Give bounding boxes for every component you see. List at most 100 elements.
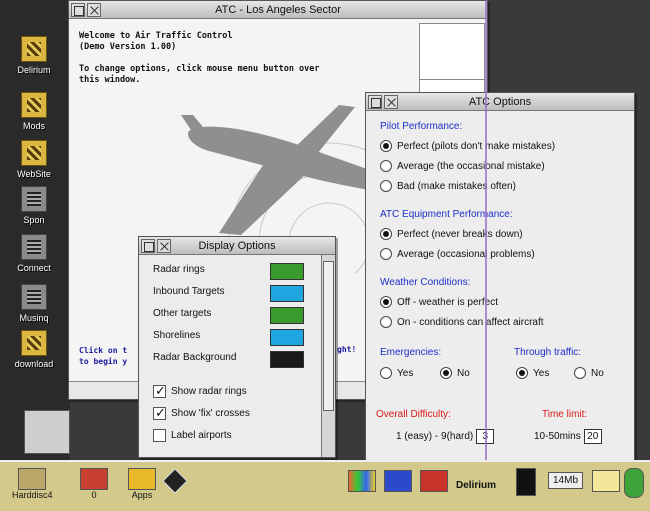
checkbox-checked-icon[interactable] — [153, 383, 166, 399]
emergencies-yes-radio[interactable]: Yes — [380, 367, 413, 379]
desktop-icon-delirium[interactable]: Delirium — [4, 36, 64, 90]
close-icon[interactable] — [87, 2, 101, 17]
checkbox-unchecked-icon[interactable] — [153, 429, 166, 442]
guitar-icon — [21, 284, 47, 310]
emergencies-no-radio[interactable]: No — [440, 367, 470, 379]
atc-options-title: ATC Options — [468, 95, 532, 108]
display-options-window[interactable]: Display Options Radar rings Inbound Targ… — [138, 236, 336, 458]
radio-unselected-icon[interactable] — [380, 180, 392, 192]
radio-unselected-icon[interactable] — [380, 160, 392, 172]
folder-icon — [21, 330, 47, 356]
pilot-perfect-radio[interactable]: Perfect (pilots don't make mistakes) — [380, 140, 555, 152]
other-targets-color-swatch[interactable] — [270, 307, 304, 324]
filer-mini-window[interactable] — [24, 410, 70, 454]
radio-selected-icon[interactable] — [516, 367, 528, 379]
delirium-icon — [21, 36, 47, 62]
memory-iconbar-item[interactable]: 14Mb — [548, 472, 584, 489]
font-iconbar-item[interactable] — [516, 468, 536, 496]
monitor-iconbar-item[interactable] — [592, 470, 620, 492]
pilot-average-label: Average (the occasional mistake) — [397, 160, 545, 172]
icon-bar: Harddisc4 0 Apps Delirium 14Mb — [0, 460, 650, 511]
diamond-iconbar-item[interactable] — [162, 468, 188, 494]
radar-background-label: Radar Background — [153, 352, 237, 363]
through-yes-label: Yes — [533, 367, 550, 379]
radio-selected-icon[interactable] — [440, 367, 452, 379]
car-icon — [21, 186, 47, 212]
radio-selected-icon[interactable] — [380, 140, 392, 152]
folder-icon — [21, 140, 47, 166]
task-iconbar-item[interactable] — [384, 470, 412, 492]
network-icon — [21, 234, 47, 260]
apps-iconbar-item[interactable]: Apps — [128, 468, 156, 500]
back-icon[interactable] — [141, 238, 155, 253]
delirium-logo-label: Delirium — [456, 480, 497, 491]
cursor-line — [485, 0, 487, 511]
harddisc-icon — [18, 468, 47, 490]
radar-background-color-swatch[interactable] — [270, 351, 304, 368]
task-icon — [384, 470, 412, 492]
weather-off-radio[interactable]: Off - weather is perfect — [380, 296, 498, 308]
scrollbar-thumb[interactable] — [323, 261, 334, 411]
radio-unselected-icon[interactable] — [380, 316, 392, 328]
frog-iconbar-item[interactable] — [624, 468, 644, 498]
show-fix-crosses-label: Show 'fix' crosses — [171, 408, 250, 419]
desktop-icon-connect[interactable]: Connect — [4, 234, 64, 288]
close-icon[interactable] — [384, 94, 398, 109]
equip-perfect-radio[interactable]: Perfect (never breaks down) — [380, 228, 523, 240]
shorelines-color-swatch[interactable] — [270, 329, 304, 346]
pilot-average-radio[interactable]: Average (the occasional mistake) — [380, 160, 545, 172]
pilot-bad-label: Bad (make mistakes often) — [397, 180, 516, 192]
harddisc-label: Harddisc4 — [12, 490, 53, 500]
radio-selected-icon[interactable] — [380, 296, 392, 308]
pilot-bad-radio[interactable]: Bad (make mistakes often) — [380, 180, 516, 192]
checkbox-checked-icon[interactable] — [153, 405, 166, 421]
desktop-icon-spon[interactable]: Spon — [4, 186, 64, 240]
delirium-text-iconbar-item[interactable]: Delirium — [456, 480, 496, 491]
weather-on-radio[interactable]: On - conditions can affect aircraft — [380, 316, 544, 328]
show-radar-rings-checkbox[interactable]: Show radar rings — [153, 383, 247, 399]
difficulty-range-label: 1 (easy) - 9(hard) — [396, 431, 474, 442]
through-no-radio[interactable]: No — [574, 367, 604, 379]
time-limit-label: Time limit: — [542, 409, 588, 420]
close-icon[interactable] — [157, 238, 171, 253]
show-fix-crosses-checkbox[interactable]: Show 'fix' crosses — [153, 405, 250, 421]
ram-disc-iconbar-item[interactable]: 0 — [80, 468, 108, 500]
radio-unselected-icon[interactable] — [574, 367, 586, 379]
back-icon[interactable] — [71, 2, 85, 17]
radio-unselected-icon[interactable] — [380, 367, 392, 379]
through-traffic-header: Through traffic: — [514, 347, 582, 358]
time-limit-input[interactable]: 20 — [583, 429, 602, 444]
desktop-icon-mods[interactable]: Mods — [4, 92, 64, 146]
palette-iconbar-item[interactable] — [348, 470, 376, 492]
atc-window-title: ATC - Los Angeles Sector — [215, 3, 341, 16]
inbound-targets-label: Inbound Targets — [153, 286, 225, 297]
equip-average-label: Average (occasional problems) — [397, 248, 535, 260]
radio-unselected-icon[interactable] — [380, 248, 392, 260]
atc-titlebar[interactable]: ATC - Los Angeles Sector — [69, 1, 487, 19]
display-options-scrollbar[interactable] — [321, 255, 335, 457]
font-icon — [516, 468, 536, 496]
ram-disc-label: 0 — [91, 490, 97, 500]
apps-icon — [128, 468, 156, 490]
atc-options-titlebar[interactable]: ATC Options — [366, 93, 634, 111]
radar-rings-label: Radar rings — [153, 264, 205, 275]
harddisc-iconbar-item[interactable]: Harddisc4 — [12, 468, 53, 500]
label-airports-label: Label airports — [171, 430, 232, 441]
shorelines-row: Shorelines — [153, 330, 200, 341]
time-limit-row: 10-50mins 20 — [534, 429, 602, 444]
radar-background-row: Radar Background — [153, 352, 236, 363]
radio-selected-icon[interactable] — [380, 228, 392, 240]
desktop-icon-download[interactable]: download — [4, 330, 64, 384]
display-options-titlebar[interactable]: Display Options — [139, 237, 335, 255]
inbound-targets-color-swatch[interactable] — [270, 285, 304, 302]
label-airports-checkbox[interactable]: Label airports — [153, 429, 232, 442]
through-yes-radio[interactable]: Yes — [516, 367, 549, 379]
equip-average-radio[interactable]: Average (occasional problems) — [380, 248, 535, 260]
atc-options-window[interactable]: ATC Options Pilot Performance: Perfect (… — [365, 92, 635, 464]
emergencies-no-label: No — [457, 367, 470, 379]
back-icon[interactable] — [368, 94, 382, 109]
pilot-perfect-label: Perfect (pilots don't make mistakes) — [397, 140, 556, 152]
instruction-text-end: ght! — [337, 345, 357, 354]
delirium-image-iconbar-item[interactable] — [420, 470, 448, 492]
radar-rings-color-swatch[interactable] — [270, 263, 304, 280]
